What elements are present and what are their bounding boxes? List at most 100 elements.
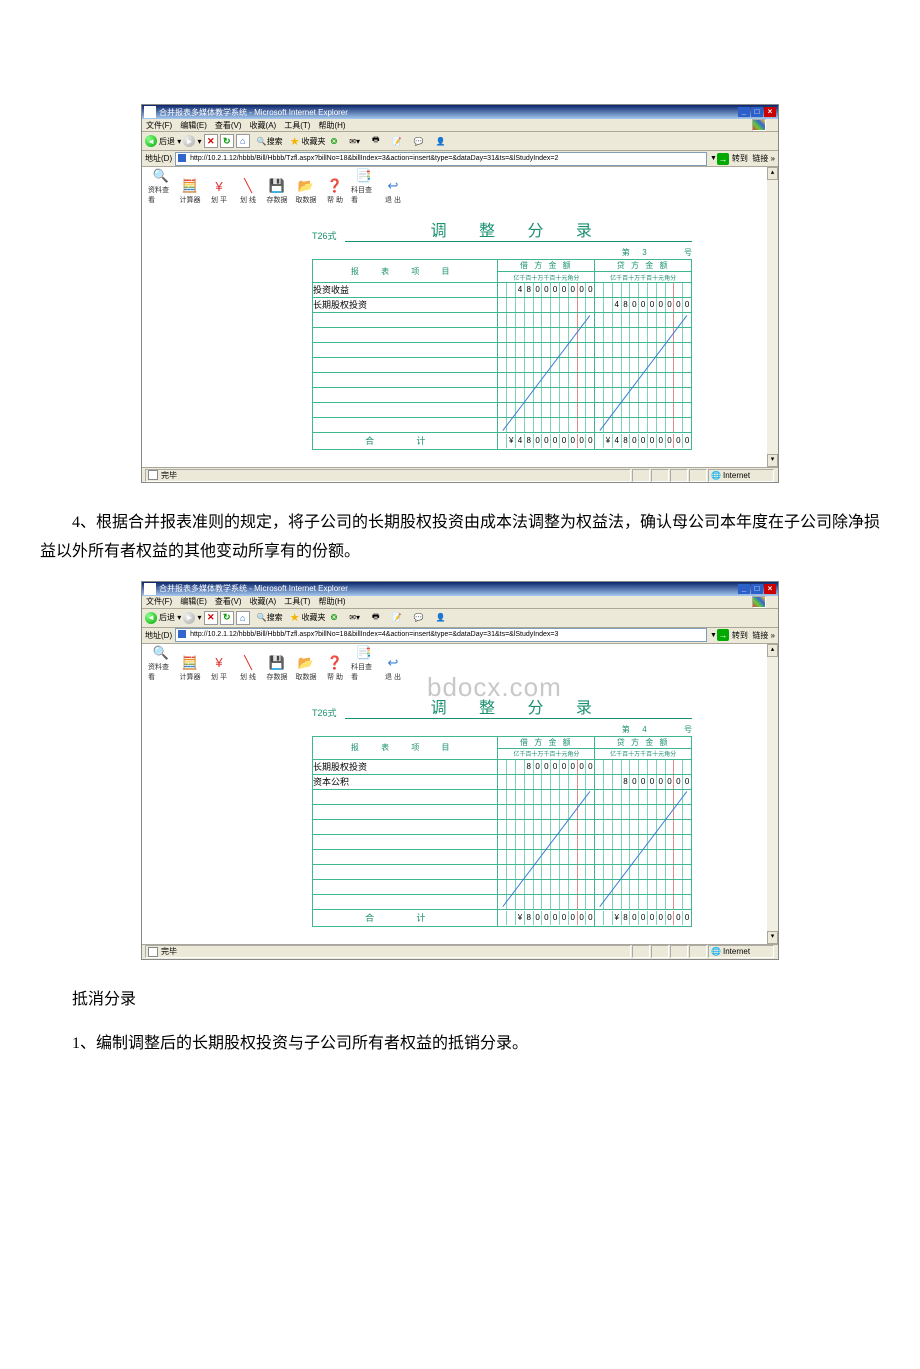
maximize-button[interactable]: □ (751, 107, 763, 117)
ledger-item[interactable] (313, 313, 498, 328)
menu-help[interactable]: 帮助(H) (318, 120, 345, 131)
titlebar[interactable]: 合并报表多媒体教学系统 - Microsoft Internet Explore… (142, 105, 778, 119)
scrollbar[interactable]: ▴ ▾ (767, 167, 778, 467)
titlebar[interactable]: 合并报表多媒体教学系统 - Microsoft Internet Explore… (142, 582, 778, 596)
msn-icon[interactable]: 👤 (430, 610, 450, 626)
ledger-item[interactable]: 长期股权投资 (313, 298, 498, 313)
search-icon[interactable]: 🔍搜索 (252, 610, 288, 626)
app-btn-save[interactable]: 💾存数据 (264, 177, 290, 205)
menu-help[interactable]: 帮助(H) (318, 596, 345, 607)
favorites-icon[interactable]: ★ (290, 135, 300, 148)
app-btn-help[interactable]: ❓帮 助 (322, 654, 348, 682)
ledger-item[interactable] (313, 804, 498, 819)
menu-fav[interactable]: 收藏(A) (250, 596, 277, 607)
menu-edit[interactable]: 编辑(E) (180, 120, 207, 131)
refresh-button[interactable]: ↻ (220, 611, 234, 625)
app-btn-subject[interactable]: 📑科目查看 (351, 167, 377, 205)
menu-file[interactable]: 文件(F) (146, 120, 172, 131)
back-label[interactable]: 后退 (159, 136, 175, 147)
app-btn-load[interactable]: 📂取数据 (293, 177, 319, 205)
links-label[interactable]: 链接 » (752, 153, 775, 164)
search-icon[interactable]: 🔍搜索 (252, 133, 288, 149)
ledger-item[interactable] (313, 894, 498, 909)
app-btn-view[interactable]: 🔍资料查看 (148, 644, 174, 682)
stop-button[interactable]: ✕ (204, 611, 218, 625)
app-btn-exit[interactable]: ↩退 出 (380, 654, 406, 682)
ledger-item[interactable] (313, 358, 498, 373)
ledger-item[interactable] (313, 388, 498, 403)
app-btn-line[interactable]: ╲划 线 (235, 654, 261, 682)
go-label[interactable]: 转到 (732, 153, 748, 164)
app-btn-calc[interactable]: 🧮计算器 (177, 177, 203, 205)
ledger-item[interactable]: 资本公积 (313, 774, 498, 789)
ie-icon (144, 106, 156, 118)
menu-edit[interactable]: 编辑(E) (180, 596, 207, 607)
mail-icon[interactable]: ✉▾ (344, 610, 365, 626)
discuss-icon[interactable]: 💬 (409, 133, 429, 149)
home-button[interactable]: ⌂ (236, 134, 250, 148)
scroll-up-icon[interactable]: ▴ (767, 167, 778, 180)
ledger-item[interactable] (313, 849, 498, 864)
app-toolbar: 🔍资料查看 🧮计算器 ¥划 平 ╲划 线 💾存数据 📂取数据 ❓帮 助 📑科目查… (142, 644, 778, 684)
minimize-button[interactable]: _ (738, 107, 750, 117)
menubar[interactable]: 文件(F) 编辑(E) 查看(V) 收藏(A) 工具(T) 帮助(H) (142, 596, 778, 609)
app-btn-load[interactable]: 📂取数据 (293, 654, 319, 682)
ledger-item[interactable] (313, 864, 498, 879)
favorites-icon[interactable]: ★ (290, 611, 300, 624)
menubar[interactable]: 文件(F) 编辑(E) 查看(V) 收藏(A) 工具(T) 帮助(H) (142, 119, 778, 132)
go-button[interactable]: → (717, 629, 729, 641)
ledger-item[interactable] (313, 819, 498, 834)
back-button[interactable]: ◄ (145, 135, 157, 147)
edit-icon[interactable]: 📝 (387, 610, 407, 626)
app-btn-calc[interactable]: 🧮计算器 (177, 654, 203, 682)
ledger-item[interactable] (313, 373, 498, 388)
menu-view[interactable]: 查看(V) (215, 596, 242, 607)
app-btn-view[interactable]: 🔍资料查看 (148, 167, 174, 205)
print-icon[interactable]: 🖶 (367, 133, 385, 149)
app-btn-exit[interactable]: ↩退 出 (380, 177, 406, 205)
maximize-button[interactable]: □ (751, 584, 763, 594)
back-button[interactable]: ◄ (145, 612, 157, 624)
msn-icon[interactable]: 👤 (430, 133, 450, 149)
refresh-button[interactable]: ↻ (220, 134, 234, 148)
ledger-item[interactable] (313, 879, 498, 894)
app-btn-line[interactable]: ╲划 线 (235, 177, 261, 205)
ledger-item[interactable]: 长期股权投资 (313, 759, 498, 774)
ledger-item[interactable] (313, 328, 498, 343)
app-btn-save[interactable]: 💾存数据 (264, 654, 290, 682)
stop-button[interactable]: ✕ (204, 134, 218, 148)
discuss-icon[interactable]: 💬 (409, 610, 429, 626)
home-button[interactable]: ⌂ (236, 611, 250, 625)
menu-fav[interactable]: 收藏(A) (250, 120, 277, 131)
menu-file[interactable]: 文件(F) (146, 596, 172, 607)
address-input[interactable]: http://10.2.1.12/hbbb/Bill/Hbbb/Tzfl.asp… (175, 152, 707, 166)
print-icon[interactable]: 🖶 (367, 610, 385, 626)
app-btn-balance[interactable]: ¥划 平 (206, 654, 232, 682)
scroll-down-icon[interactable]: ▾ (767, 454, 778, 467)
ledger-item[interactable] (313, 834, 498, 849)
minimize-button[interactable]: _ (738, 584, 750, 594)
forward-button[interactable]: ► (183, 612, 195, 624)
history-icon[interactable]: ❂ (326, 610, 343, 626)
menu-tools[interactable]: 工具(T) (284, 120, 310, 131)
app-btn-balance[interactable]: ¥划 平 (206, 177, 232, 205)
menu-view[interactable]: 查看(V) (215, 120, 242, 131)
ledger-item[interactable] (313, 789, 498, 804)
menu-tools[interactable]: 工具(T) (284, 596, 310, 607)
ledger-item[interactable] (313, 343, 498, 358)
app-btn-help[interactable]: ❓帮 助 (322, 177, 348, 205)
app-btn-subject[interactable]: 📑科目查看 (351, 644, 377, 682)
ledger-item[interactable]: 投资收益 (313, 283, 498, 298)
address-input[interactable]: http://10.2.1.12/hbbb/Bill/Hbbb/Tzfl.asp… (175, 628, 707, 642)
history-icon[interactable]: ❂ (326, 133, 343, 149)
go-button[interactable]: → (717, 153, 729, 165)
forward-button[interactable]: ► (183, 135, 195, 147)
edit-icon[interactable]: 📝 (387, 133, 407, 149)
ledger-item[interactable] (313, 418, 498, 433)
close-button[interactable]: × (764, 107, 776, 117)
mail-icon[interactable]: ✉▾ (344, 133, 365, 149)
ledger-2: T26式 调 整 分 录 第 4 号 报 表 项 目借 方 金 额贷 方 金 额… (312, 694, 692, 927)
close-button[interactable]: × (764, 584, 776, 594)
ledger-item[interactable] (313, 403, 498, 418)
scrollbar[interactable]: ▴▾ (767, 644, 778, 944)
